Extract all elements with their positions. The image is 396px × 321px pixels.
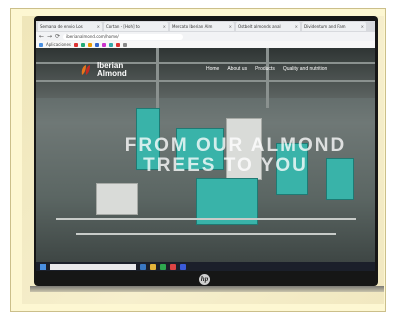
bookmarks-bar: Aplicaciones (36, 41, 375, 48)
bookmark-icon[interactable] (95, 42, 99, 47)
browser-tab[interactable]: Mercato Iberian Alm × (170, 22, 234, 31)
folder-icon[interactable] (150, 263, 156, 270)
windows-start-icon[interactable] (40, 263, 46, 270)
close-icon[interactable]: × (361, 22, 364, 31)
bookmark-icon[interactable] (81, 42, 85, 47)
nav-item-about[interactable]: About us (227, 66, 247, 72)
website-hero: Iberian Almond Home About us Products Qu… (36, 48, 375, 262)
bookmark-icon[interactable] (74, 42, 78, 47)
reload-icon[interactable]: ⟳ (55, 32, 60, 41)
nav-item-products[interactable]: Products (255, 66, 275, 72)
bookmarks-apps-label[interactable]: Aplicaciones (46, 41, 71, 48)
back-arrow-icon[interactable]: ← (39, 32, 44, 41)
logo-line: Almond (97, 69, 127, 78)
bookmark-icon[interactable] (116, 42, 120, 47)
nav-item-home[interactable]: Home (206, 66, 219, 72)
hero-line: TREES TO YOU (143, 155, 308, 176)
browser-tab[interactable]: Semana de envio Los × (38, 22, 102, 31)
close-icon[interactable]: × (229, 22, 232, 31)
site-logo[interactable]: Iberian Almond (80, 62, 127, 78)
catwalk-rail (56, 218, 356, 220)
hero-headline: FROM OUR ALMOND TREES TO YOU (36, 136, 375, 176)
apps-icon[interactable] (39, 42, 43, 47)
ceiling-beam (36, 80, 375, 82)
taskbar-search-input[interactable] (50, 263, 136, 270)
tab-label: Dividentum and Fam (304, 24, 346, 29)
nav-item-quality[interactable]: Quality and nutrition (283, 66, 327, 72)
taskbar-app-icon[interactable] (160, 263, 166, 270)
hero-line: FROM OUR ALMOND (124, 135, 347, 156)
close-icon[interactable]: × (295, 22, 298, 31)
tab-label: Ostbelt almonds anal (238, 24, 281, 29)
laptop-screen: Semana de envio Los × Cortan - [Hoh] to × … (36, 21, 375, 271)
logo-wordmark: Iberian Almond (97, 62, 127, 78)
close-icon[interactable]: × (163, 22, 166, 31)
bookmark-icon[interactable] (88, 42, 92, 47)
taskbar-app-icon[interactable] (140, 263, 146, 270)
forward-arrow-icon[interactable]: → (47, 32, 52, 41)
tab-label: Mercato Iberian Alm (172, 24, 213, 29)
browser-tab[interactable]: Ostbelt almonds anal × (236, 22, 300, 31)
bookmark-icon[interactable] (123, 42, 127, 47)
browser-tab-bar: Semana de envio Los × Cortan - [Hoh] to × … (36, 21, 375, 32)
support-column (156, 48, 159, 108)
bookmark-icon[interactable] (102, 42, 106, 47)
tab-label: Cortan - [Hoh] to (106, 24, 140, 29)
close-icon[interactable]: × (97, 22, 100, 31)
support-column (266, 48, 269, 108)
catwalk-rail (76, 233, 336, 235)
address-bar: ← → ⟳ iberianalmond.com/home/ (36, 32, 375, 41)
windows-taskbar (36, 262, 375, 271)
laptop-base (30, 286, 384, 292)
tab-label: Semana de envio Los (40, 24, 83, 29)
taskbar-app-icon[interactable] (180, 263, 186, 270)
processing-machine (96, 183, 138, 215)
chrome-icon[interactable] (170, 263, 176, 270)
url-field[interactable]: iberianalmond.com/home/ (63, 33, 184, 40)
browser-tab[interactable]: Cortan - [Hoh] to × (104, 22, 168, 31)
site-navigation: Home About us Products Quality and nutri… (206, 66, 327, 72)
hp-logo-icon: hp (199, 274, 210, 285)
bookmark-icon[interactable] (109, 42, 113, 47)
browser-tab[interactable]: Dividentum and Fam × (302, 22, 366, 31)
almond-logo-icon (81, 65, 90, 75)
